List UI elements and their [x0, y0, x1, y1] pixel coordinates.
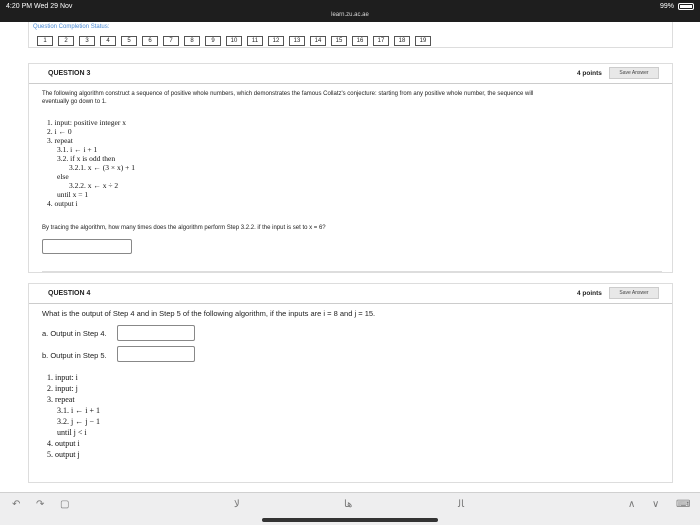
- status-bar: 4:20 PM Wed 29 Nov learn.zu.ac.ae 99%: [0, 0, 700, 22]
- question-number[interactable]: 4: [100, 36, 116, 46]
- question-title: QUESTION 4: [48, 290, 91, 297]
- save-answer-button[interactable]: Save Answer: [609, 287, 659, 299]
- suggestion-2[interactable]: ﻫﺎ: [344, 499, 352, 510]
- question-prompt: The following algorithm construct a sequ…: [42, 91, 534, 105]
- question-number[interactable]: 13: [289, 36, 305, 46]
- question-3: QUESTION 3 4 points Save Answer The foll…: [28, 63, 673, 273]
- status-right: 99%: [660, 3, 694, 10]
- algorithm-step: 4. output i: [47, 439, 80, 448]
- status-time: 4:20 PM Wed 29 Nov: [6, 3, 73, 10]
- url-label[interactable]: learn.zu.ac.ae: [0, 12, 700, 18]
- question-points: 4 points: [577, 290, 602, 297]
- question-number-list: 1 2 3 4 5 6 7 8 9 10 11 12 13 14 15 16 1…: [37, 36, 431, 46]
- algorithm-step: 2. input: j: [47, 384, 78, 393]
- question-number[interactable]: 3: [79, 36, 95, 46]
- chevron-up-icon[interactable]: ∧: [628, 499, 635, 510]
- question-number[interactable]: 17: [373, 36, 389, 46]
- question-number[interactable]: 15: [331, 36, 347, 46]
- answer-input[interactable]: [42, 239, 132, 254]
- question-number[interactable]: 16: [352, 36, 368, 46]
- question-number[interactable]: 14: [310, 36, 326, 46]
- completion-status: Question Completion Status: 1 2 3 4 5 6 …: [28, 22, 673, 48]
- output-step4-input[interactable]: [117, 325, 195, 341]
- algorithm-step: 3.2. j ← j − 1: [57, 417, 100, 426]
- algorithm-step: 3.2. if x is odd then: [57, 154, 116, 163]
- divider: [42, 271, 662, 272]
- algorithm-listing: 1. input: positive integer x 2. i ← 0 3.…: [47, 118, 135, 208]
- algorithm-step: until j < i: [57, 428, 87, 437]
- question-number[interactable]: 7: [163, 36, 179, 46]
- algorithm-step: 4. output i: [47, 199, 78, 208]
- algorithm-step: 1. input: positive integer x: [47, 118, 126, 127]
- battery-icon: [678, 3, 694, 10]
- question-number[interactable]: 19: [415, 36, 431, 46]
- question-points: 4 points: [577, 70, 602, 77]
- assessment-page: Question Completion Status: 1 2 3 4 5 6 …: [0, 22, 700, 492]
- clipboard-icon[interactable]: ▢: [60, 499, 69, 510]
- suggestion-3[interactable]: ﺎﻟ: [458, 499, 464, 510]
- undo-icon[interactable]: ↶: [12, 499, 20, 510]
- algorithm-step: 3. repeat: [47, 395, 75, 404]
- question-header: QUESTION 4 4 points Save Answer: [29, 284, 672, 304]
- redo-icon[interactable]: ↷: [36, 499, 44, 510]
- algorithm-step: until x = 1: [57, 190, 89, 199]
- question-number[interactable]: 1: [37, 36, 53, 46]
- chevron-down-icon[interactable]: ∨: [652, 499, 659, 510]
- algorithm-step: 3. repeat: [47, 136, 73, 145]
- question-number[interactable]: 11: [247, 36, 263, 46]
- keyboard-icon[interactable]: ⌨: [676, 499, 690, 510]
- question-text: What is the output of Step 4 and in Step…: [42, 309, 376, 318]
- suggestion-1[interactable]: ﻻ: [234, 499, 240, 510]
- question-title: QUESTION 3: [48, 70, 91, 77]
- question-number[interactable]: 2: [58, 36, 74, 46]
- algorithm-step: 3.2.2. x ← x ÷ 2: [69, 181, 119, 190]
- question-number[interactable]: 6: [142, 36, 158, 46]
- algorithm-step: 5. output j: [47, 450, 80, 459]
- algorithm-step: 3.1. i ← i + 1: [57, 406, 100, 415]
- question-number[interactable]: 10: [226, 36, 242, 46]
- output-step5-label: b. Output in Step 5.: [42, 351, 107, 360]
- question-number[interactable]: 18: [394, 36, 410, 46]
- output-step5-input[interactable]: [117, 346, 195, 362]
- question-4: QUESTION 4 4 points Save Answer What is …: [28, 283, 673, 483]
- battery-text: 99%: [659, 3, 674, 10]
- algorithm-step: else: [57, 172, 69, 181]
- question-number[interactable]: 9: [205, 36, 221, 46]
- algorithm-step: 3.1. i ← i + 1: [57, 145, 98, 154]
- output-step4-label: a. Output in Step 4.: [42, 329, 107, 338]
- keyboard-toolbar: ↶ ↷ ▢ ﻻ ﻫﺎ ﺎﻟ ∧ ∨ ⌨: [0, 492, 700, 525]
- question-number[interactable]: 8: [184, 36, 200, 46]
- algorithm-listing: 1. input: i 2. input: j 3. repeat 3.1. i…: [47, 372, 100, 460]
- completion-title[interactable]: Question Completion Status:: [33, 24, 109, 30]
- algorithm-step: 2. i ← 0: [47, 127, 72, 136]
- question-text: By tracing the algorithm, how many times…: [42, 225, 326, 231]
- save-answer-button[interactable]: Save Answer: [609, 67, 659, 79]
- question-number[interactable]: 5: [121, 36, 137, 46]
- algorithm-step: 3.2.1. x ← (3 × x) + 1: [69, 163, 135, 172]
- algorithm-step: 1. input: i: [47, 373, 78, 382]
- home-indicator[interactable]: [262, 518, 438, 522]
- question-number[interactable]: 12: [268, 36, 284, 46]
- question-header: QUESTION 3 4 points Save Answer: [29, 64, 672, 84]
